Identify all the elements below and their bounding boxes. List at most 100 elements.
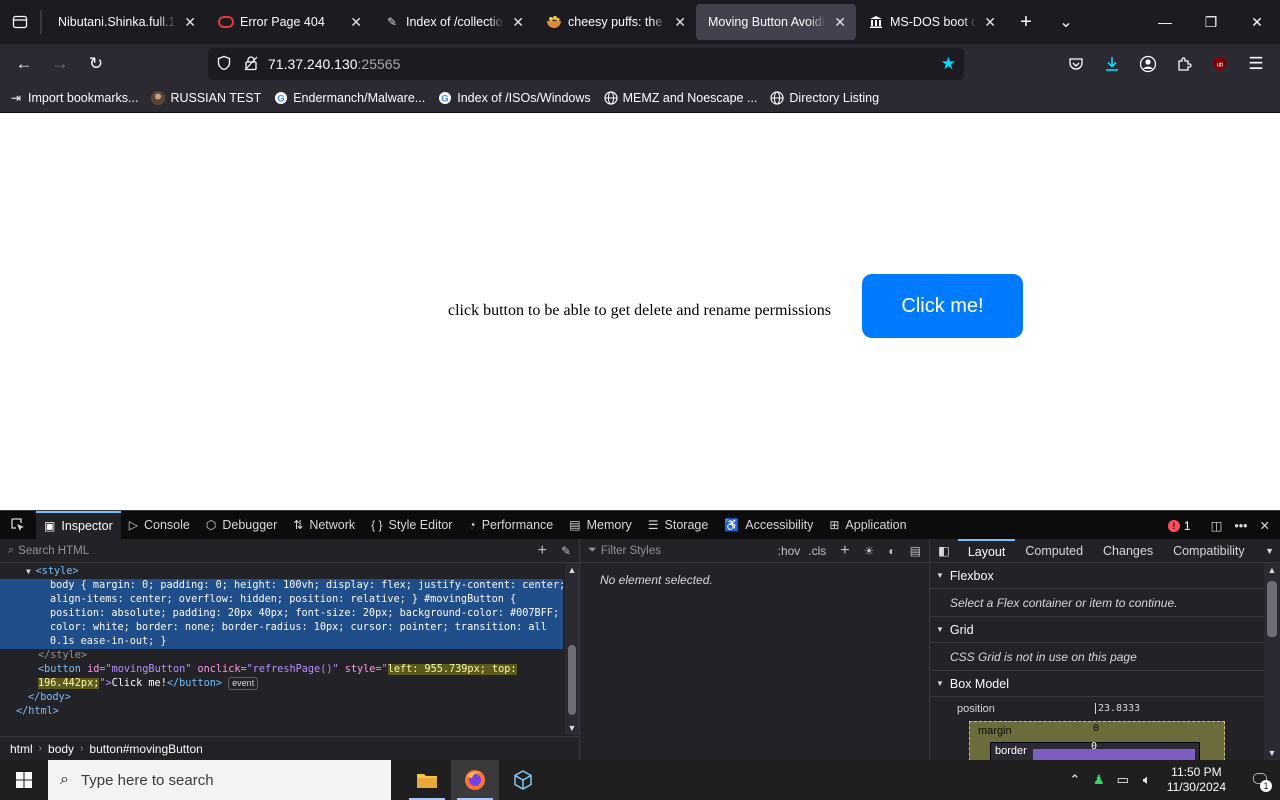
- add-node-icon[interactable]: +: [538, 542, 547, 560]
- css-text-node[interactable]: position: absolute; padding: 20px 40px; …: [0, 607, 563, 621]
- close-tab-icon[interactable]: ✕: [984, 14, 996, 31]
- scroll-up-arrow-icon[interactable]: ▲: [565, 565, 579, 575]
- breadcrumb-button[interactable]: button#movingButton: [89, 742, 202, 756]
- close-tab-icon[interactable]: ✕: [674, 14, 686, 31]
- dock-options-button[interactable]: ◫: [1205, 511, 1229, 540]
- extensions-button[interactable]: [1166, 48, 1202, 80]
- markup-scrollbar[interactable]: ▲ ▼: [565, 563, 579, 735]
- bookmark-isos-windows[interactable]: G Index of /ISOs/Windows: [437, 90, 591, 106]
- event-badge[interactable]: event: [228, 677, 259, 690]
- margin-value[interactable]: 0: [1093, 723, 1099, 734]
- devtools-tab-application[interactable]: ⊞ Application: [821, 511, 914, 540]
- tab-ms-dos-boot-disk[interactable]: MS-DOS boot disk 6 ✕: [856, 4, 1006, 40]
- tab-index-collection[interactable]: ✎ Index of /collection/ ✕: [372, 4, 534, 40]
- close-tab-icon[interactable]: ✕: [184, 14, 196, 31]
- lock-icon[interactable]: [244, 55, 258, 74]
- html-close-node[interactable]: </html>: [0, 705, 579, 719]
- error-count-badge[interactable]: ! 1: [1167, 519, 1191, 533]
- css-text-node[interactable]: align-items: center; overflow: hidden; p…: [0, 593, 563, 607]
- notifications-button[interactable]: 🗨︎ 1: [1240, 760, 1280, 800]
- devtools-tab-inspector[interactable]: ▣ Inspector: [36, 510, 121, 540]
- reload-button[interactable]: ↻: [78, 48, 114, 80]
- devtools-tab-memory[interactable]: ▤ Memory: [561, 511, 640, 540]
- bookmark-import[interactable]: ⇥ Import bookmarks...: [8, 90, 138, 106]
- clock[interactable]: 11:50 PM 11/30/2024: [1167, 765, 1226, 795]
- close-tab-icon[interactable]: ✕: [512, 14, 524, 31]
- light-theme-icon[interactable]: ☀: [864, 544, 875, 558]
- add-rule-icon[interactable]: +: [840, 542, 849, 560]
- scroll-down-arrow-icon[interactable]: ▼: [565, 723, 579, 733]
- onedrive-person-icon[interactable]: ♟: [1087, 772, 1111, 788]
- breadcrumb-body[interactable]: body: [48, 742, 74, 756]
- close-window-button[interactable]: ✕: [1234, 0, 1280, 44]
- scrollbar-thumb[interactable]: [568, 645, 576, 715]
- downloads-button[interactable]: [1094, 48, 1130, 80]
- scrollbar-thumb[interactable]: [1267, 581, 1277, 637]
- url-bar[interactable]: 71.37.240.130:25565 ★: [208, 48, 964, 80]
- button-node[interactable]: <button id="movingButton" onclick="refre…: [0, 663, 579, 677]
- ublock-button[interactable]: ub: [1202, 48, 1238, 80]
- eyedropper-icon[interactable]: ✎: [561, 544, 571, 558]
- virtualbox-button[interactable]: [499, 760, 547, 800]
- dark-theme-icon[interactable]: ◐: [888, 544, 895, 558]
- close-tab-icon[interactable]: ✕: [350, 14, 362, 31]
- chevron-down-icon[interactable]: ▼: [1259, 539, 1280, 563]
- firefox-taskbar-button[interactable]: [451, 760, 499, 800]
- restore-button[interactable]: ❐: [1188, 0, 1234, 44]
- bookmark-endermanch[interactable]: G Endermanch/Malware...: [273, 90, 425, 106]
- app-menu-button[interactable]: ☰: [1238, 48, 1274, 80]
- scroll-down-arrow-icon[interactable]: ▼: [1264, 748, 1280, 758]
- devtools-menu-button[interactable]: •••: [1228, 511, 1253, 540]
- devtools-tab-performance[interactable]: ◔ Performance: [460, 511, 561, 540]
- devtools-tab-style-editor[interactable]: { } Style Editor: [363, 511, 460, 540]
- bookmark-star-icon[interactable]: ★: [941, 54, 956, 74]
- tab-cheesy-puffs[interactable]: cheesy puffs: the ga ✕: [534, 4, 696, 40]
- tab-nibutani[interactable]: Nibutani.Shinka.full.134 ✕: [46, 4, 206, 40]
- devtools-tab-debugger[interactable]: ⬡ Debugger: [198, 511, 285, 540]
- css-text-node[interactable]: 0.1s ease-in-out; }: [0, 635, 563, 649]
- account-button[interactable]: [1130, 48, 1166, 80]
- tab-moving-button[interactable]: Moving Button Avoiding ✕: [696, 4, 856, 40]
- volume-icon[interactable]: 🔈︎: [1135, 772, 1159, 788]
- close-devtools-button[interactable]: ✕: [1254, 511, 1276, 540]
- search-html-input[interactable]: Search HTML: [18, 545, 89, 557]
- breadcrumb-html[interactable]: html: [10, 742, 33, 756]
- body-close-node[interactable]: </body>: [0, 691, 579, 705]
- pocket-button[interactable]: [1058, 48, 1094, 80]
- tab-error-404[interactable]: Error Page 404 ✕: [206, 4, 372, 40]
- css-text-node[interactable]: body { margin: 0; padding: 0; height: 10…: [0, 579, 565, 593]
- box-model-section-header[interactable]: ▼ Box Model: [930, 671, 1280, 697]
- new-tab-button[interactable]: +: [1006, 0, 1046, 44]
- hov-toggle[interactable]: :hov: [778, 544, 801, 558]
- style-close-node[interactable]: </style>: [0, 649, 579, 663]
- back-button[interactable]: ←: [6, 48, 42, 80]
- devtools-tab-network[interactable]: ⇅ Network: [285, 511, 363, 540]
- toggle-sidebar-icon[interactable]: ◧: [930, 539, 958, 563]
- bookmark-directory-listing[interactable]: Directory Listing: [769, 90, 879, 106]
- url-text[interactable]: 71.37.240.130:25565: [268, 56, 400, 72]
- minimize-button[interactable]: —: [1142, 0, 1188, 44]
- list-all-tabs-button[interactable]: ⌄: [1046, 0, 1086, 44]
- css-text-node[interactable]: color: white; border: none; border-radiu…: [0, 621, 563, 635]
- forward-button[interactable]: →: [42, 48, 78, 80]
- devtools-tab-accessibility[interactable]: ♿ Accessibility: [716, 511, 821, 540]
- close-tab-icon[interactable]: ✕: [834, 14, 846, 31]
- tab-changes[interactable]: Changes: [1093, 539, 1163, 563]
- start-button[interactable]: [0, 760, 48, 800]
- devtools-tab-storage[interactable]: ☰ Storage: [640, 511, 717, 540]
- position-value[interactable]: 23.8333: [1095, 703, 1140, 714]
- flexbox-section-header[interactable]: ▼ Flexbox: [930, 563, 1280, 589]
- print-media-icon[interactable]: ▤: [910, 544, 921, 558]
- file-explorer-button[interactable]: [403, 760, 451, 800]
- bookmark-russian-test[interactable]: RUSSIAN TEST: [150, 90, 261, 106]
- moving-click-button[interactable]: Click me!: [862, 274, 1023, 338]
- bookmark-memz[interactable]: MEMZ and Noescape ...: [603, 90, 757, 106]
- pick-element-button[interactable]: [0, 511, 36, 540]
- button-node-cont[interactable]: 196.442px;">Click me!</button> event: [0, 677, 579, 691]
- scroll-up-arrow-icon[interactable]: ▲: [1264, 565, 1280, 575]
- tab-computed[interactable]: Computed: [1015, 539, 1093, 563]
- grid-section-header[interactable]: ▼ Grid: [930, 617, 1280, 643]
- chevron-up-icon[interactable]: ⌃: [1063, 772, 1087, 788]
- devtools-tab-console[interactable]: ▷ Console: [121, 511, 198, 540]
- firefox-view-button[interactable]: [0, 0, 40, 44]
